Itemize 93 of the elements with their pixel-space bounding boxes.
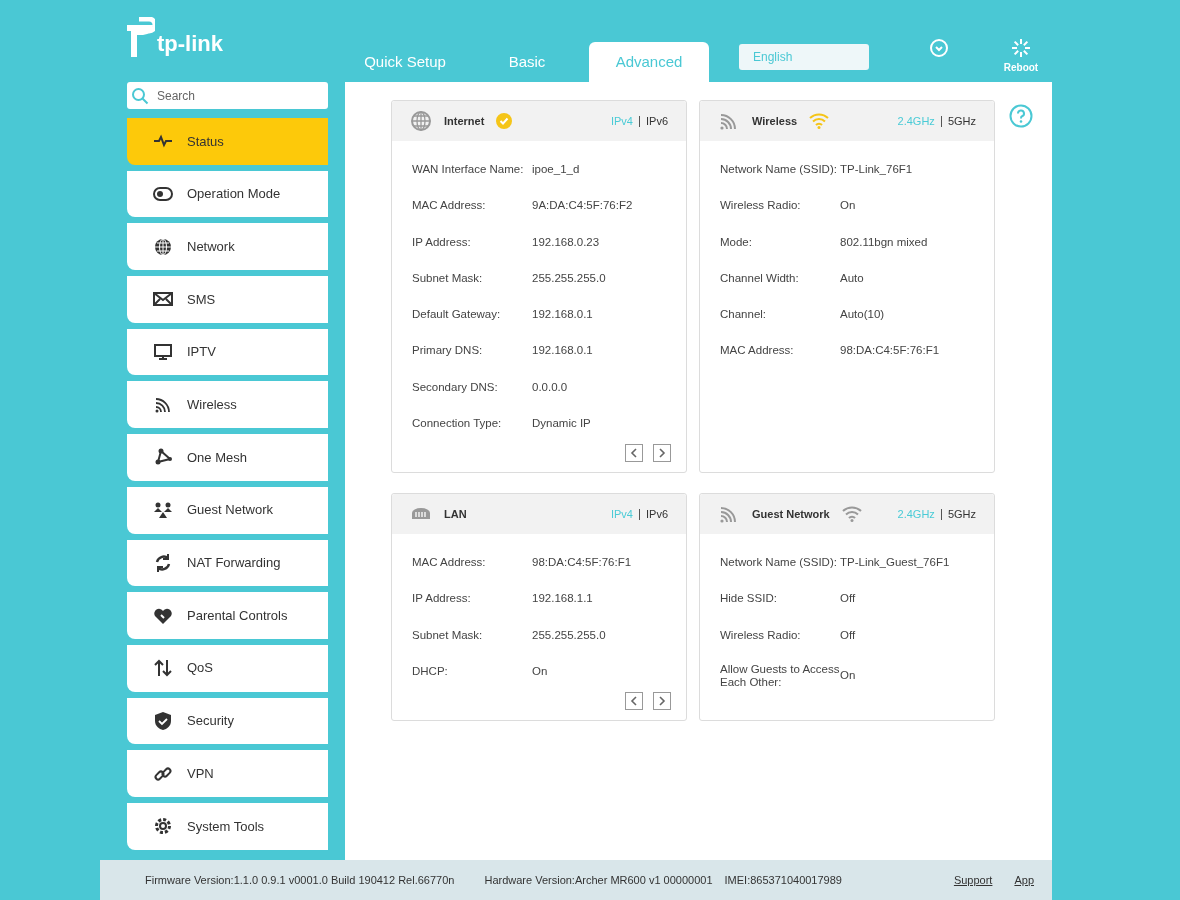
field-label: Secondary DNS: [412, 380, 499, 394]
imei-text: IMEI:865371040017989 [724, 872, 842, 888]
field-label: IP Address: [412, 235, 472, 249]
field-value: On [840, 198, 856, 214]
logo-text: tp-link [157, 30, 223, 58]
field-label: Network Name (SSID): [720, 556, 838, 570]
sidebar-item[interactable]: QoS [127, 644, 328, 692]
field-value: 9A:DA:C4:5F:76:F2 [532, 198, 633, 214]
shield-icon [153, 710, 173, 731]
field-value: Off [840, 591, 856, 607]
arrows-icon [153, 658, 173, 679]
field-value: 255.255.255.0 [532, 270, 606, 286]
field-value: Dynamic IP [532, 415, 591, 431]
field-value: 192.168.0.1 [532, 307, 593, 322]
field-label: WAN Interface Name: [412, 163, 525, 177]
sidebar-item[interactable]: System Tools [127, 802, 328, 850]
footer-link[interactable]: App [1014, 871, 1034, 889]
chevron-left-icon [630, 448, 638, 458]
sidebar-item[interactable]: One Mesh [127, 434, 328, 481]
field-label: Mode: [720, 235, 753, 249]
hardware-version: Hardware Version:Archer MR600 v1 00000001 [484, 872, 713, 888]
field-label: Channel: [720, 308, 768, 322]
field-value: 802.11bgn mixed [840, 234, 928, 250]
sidebar-item[interactable]: Network [127, 223, 328, 271]
field-value: 98:DA:C4:5F:76:F1 [532, 555, 632, 570]
field-value: On [532, 663, 548, 679]
chevron-left-icon [630, 696, 638, 706]
field-label: Primary DNS: [412, 344, 484, 358]
field-value: 98:DA:C4:5F:76:F1 [840, 343, 940, 359]
spinner-icon [1011, 38, 1031, 58]
card-title: Wireless [752, 113, 798, 129]
field-label: Connection Type: [412, 416, 503, 430]
field-value: 192.168.0.1 [532, 343, 593, 359]
gear-icon [153, 816, 173, 837]
field-label: Default Gateway: [412, 308, 502, 322]
field-value: 192.168.1.1 [532, 591, 593, 607]
search-field[interactable]: Search [127, 82, 328, 109]
cycle-icon [153, 552, 173, 573]
next-button[interactable] [653, 444, 671, 462]
field-label: MAC Address: [412, 199, 487, 213]
previous-button[interactable] [625, 692, 643, 710]
sidebar-item[interactable]: Security [127, 697, 328, 745]
people-icon [153, 500, 173, 521]
sidebar-item[interactable]: NAT Forwarding [127, 539, 328, 587]
field-label: Hide SSID: [720, 592, 778, 606]
field-label: MAC Address: [720, 344, 795, 358]
field-label: Wireless Radio: [720, 199, 802, 213]
card-title: LAN [444, 506, 467, 522]
next-button[interactable] [653, 692, 671, 710]
sidebar-item[interactable]: Status [127, 118, 328, 165]
card-title: Internet [444, 113, 485, 129]
field-value: On [840, 669, 856, 684]
field-label: Subnet Mask: [412, 628, 484, 642]
field-label: Network Name (SSID): [720, 163, 838, 177]
band-toggle[interactable]: 5GHz [947, 505, 976, 523]
sidebar-item[interactable]: Parental Controls [127, 592, 328, 639]
field-value: Off [840, 627, 856, 643]
field-value: TP-Link_Guest_76F1 [840, 555, 950, 570]
field-value: Auto(10) [840, 307, 885, 322]
field-value: 255.255.255.0 [532, 627, 606, 643]
card-title: Guest Network [752, 506, 830, 522]
sidebar-item[interactable]: SMS [127, 276, 328, 323]
field-value: ipoe_1_d [532, 162, 580, 177]
search-input[interactable]: Search [157, 86, 307, 105]
sidebar-item[interactable]: IPTV [127, 328, 328, 376]
search-icon [131, 86, 149, 105]
sidebar-item[interactable]: Operation Mode [127, 170, 328, 218]
field-value: Auto [840, 270, 864, 286]
globe-icon [153, 236, 173, 257]
band-toggle[interactable]: IPv6 [646, 112, 668, 130]
field-label: Wireless Radio: [720, 628, 802, 642]
field-value: TP-Link_76F1 [840, 162, 913, 177]
sidebar-item[interactable]: VPN [127, 750, 328, 797]
field-label: Subnet Mask: [412, 271, 484, 285]
field-label: MAC Address: [412, 556, 487, 570]
globe-icon [410, 110, 432, 132]
footer-link[interactable]: Support [953, 871, 993, 889]
field-label: DHCP: [412, 664, 449, 678]
logo-icon [127, 17, 155, 59]
firmware-version: Firmware Version:1.1.0 0.9.1 v0001.0 Build 190412 Rel.66770n [145, 872, 455, 888]
monitor-icon [153, 342, 173, 363]
chevron-right-icon [658, 448, 666, 458]
band-toggle[interactable]: IPv6 [646, 505, 668, 523]
field-label: IP Address: [412, 592, 472, 606]
band-toggle[interactable]: 5GHz [947, 112, 976, 130]
sidebar-item[interactable]: Wireless [127, 381, 328, 429]
field-label: Channel Width: [720, 271, 800, 285]
sidebar-item[interactable]: Guest Network [127, 486, 328, 534]
chevron-right-icon [658, 696, 666, 706]
field-label: Allow Guests to Access Each Other: [720, 662, 840, 689]
field-value: 0.0.0.0 [532, 379, 568, 395]
previous-button[interactable] [625, 444, 643, 462]
field-value: 192.168.0.23 [532, 234, 600, 250]
